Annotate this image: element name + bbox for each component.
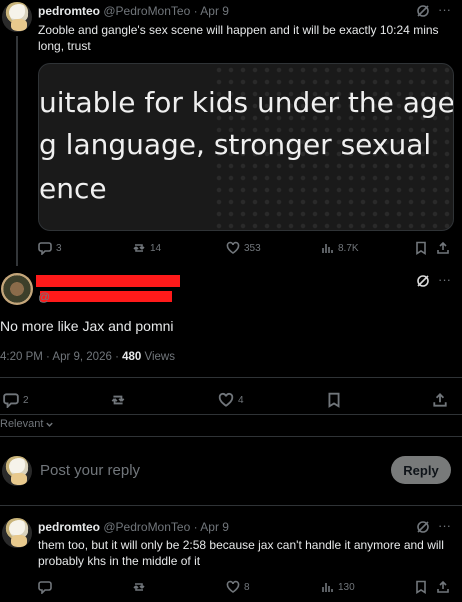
redacted-handle [40,291,172,302]
post-date[interactable]: Apr 9 [200,4,229,18]
thread-line [16,36,18,266]
redacted-name [36,275,180,287]
divider [0,377,462,378]
handle-prefix: @ [38,290,51,304]
chevron-down-icon [46,422,54,427]
repost-count: 14 [150,242,162,254]
views-button[interactable]: 130 [320,580,355,594]
media-text-line-1: uitable for kids under the age [39,86,454,119]
media-text-line-3: ence [39,172,107,205]
like-count: 4 [238,394,244,406]
like-icon [218,392,234,407]
separator-dot: · [193,4,198,18]
bookmark-icon[interactable] [326,392,342,408]
views-count: 480 [122,351,142,363]
reply-count: 2 [23,394,29,406]
views-count: 8.7K [338,242,359,254]
author-handle[interactable]: @PedroMonTeo [103,520,190,534]
like-button[interactable]: 8 [226,580,250,594]
like-count: 8 [244,581,250,593]
separator-dot: · [193,520,198,534]
views-button[interactable]: 8.7K [320,241,359,255]
more-icon[interactable]: ··· [438,272,451,287]
share-icon[interactable] [432,392,448,408]
sort-dropdown[interactable]: Relevant [0,418,54,430]
repost-icon [133,244,145,252]
tweet-header: pedromteo @PedroMonTeo · Apr 9 [38,520,229,534]
share-icon[interactable] [436,241,450,255]
author-name[interactable]: pedromteo [38,4,100,18]
avatar[interactable] [2,518,32,548]
share-icon[interactable] [436,580,450,594]
reply-count: 3 [56,242,62,254]
reply-input[interactable]: Post your reply [40,462,140,479]
divider [0,436,462,437]
bookmark-icon[interactable] [414,580,428,594]
like-icon [226,580,240,593]
like-icon [226,241,240,254]
like-button[interactable]: 353 [226,241,261,255]
media-text-line-2: g language, stronger sexual [39,128,432,161]
repost-icon[interactable] [132,580,146,594]
more-icon[interactable]: ··· [438,518,451,533]
main-post-text: No more like Jax and pomni [0,318,174,334]
divider [0,414,462,415]
grok-icon[interactable] [416,4,430,18]
post-timestamp: 4:20 PM · Apr 9, 2026 · 480 Views [0,351,175,363]
post-media[interactable]: uitable for kids under the age g languag… [38,63,454,231]
author-name[interactable]: pedromteo [38,520,100,534]
post-date[interactable]: Apr 9 [200,520,229,534]
views-icon [322,244,333,253]
repost-button[interactable]: 14 [132,241,161,255]
like-button[interactable]: 4 [218,392,244,408]
author-handle[interactable]: @PedroMonTeo [103,4,190,18]
reply-icon [38,242,52,255]
views-label: Views [141,351,175,363]
grok-icon[interactable] [416,274,430,288]
reply-icon [3,393,19,408]
post-text: them too, but it will only be 2:58 becau… [38,538,444,568]
reply-button[interactable]: 2 [3,392,29,408]
sort-label: Relevant [0,418,44,430]
views-count: 130 [338,581,355,593]
grok-icon[interactable] [416,520,430,534]
divider [0,505,462,506]
composer-avatar [2,456,32,486]
reply-button[interactable]: 3 [38,241,62,255]
like-count: 353 [244,242,261,254]
more-icon[interactable]: ··· [438,2,451,17]
post-text: Zooble and gangle's sex scene will happe… [38,23,439,53]
timestamp-text[interactable]: 4:20 PM · Apr 9, 2026 · [0,351,122,363]
bookmark-icon[interactable] [414,241,428,255]
tweet-header: pedromteo @PedroMonTeo · Apr 9 [38,4,229,18]
repost-icon[interactable] [110,392,126,408]
avatar-main[interactable] [1,273,33,305]
avatar[interactable] [2,2,32,32]
views-icon [322,583,333,592]
reply-submit-button[interactable]: Reply [391,456,451,484]
reply-icon[interactable] [38,580,52,594]
